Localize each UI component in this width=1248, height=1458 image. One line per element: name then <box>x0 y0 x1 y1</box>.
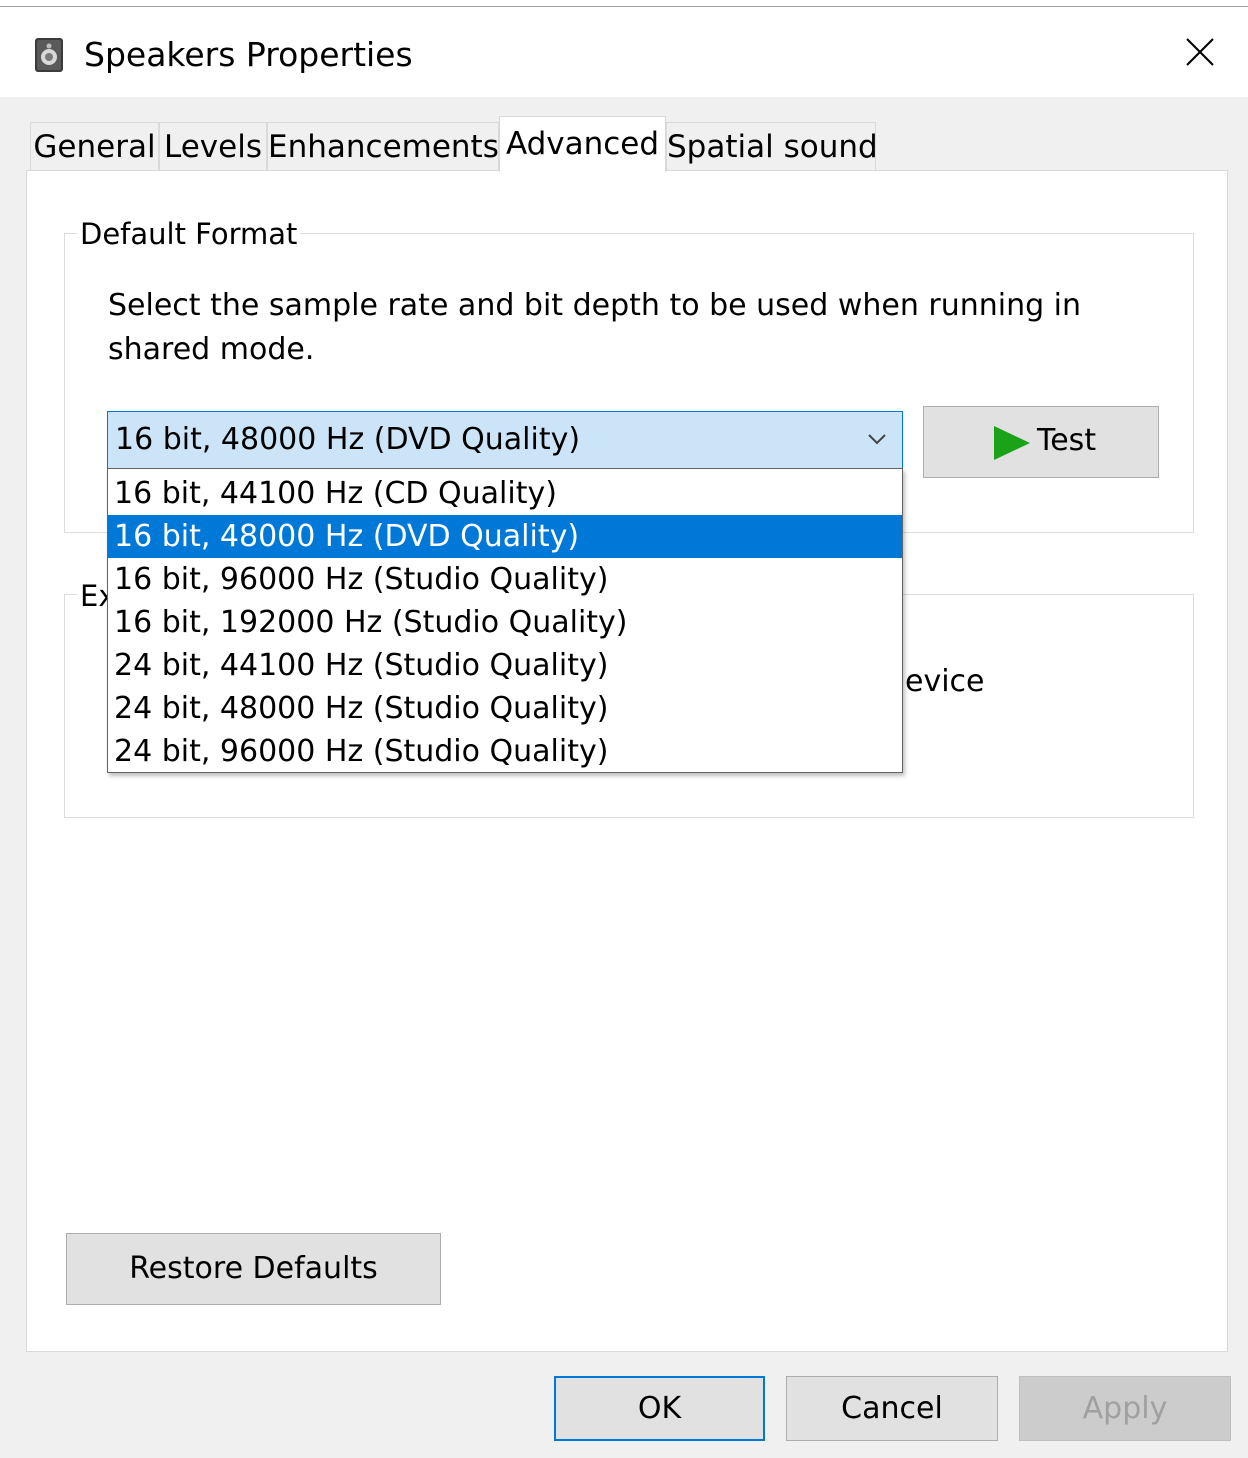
test-button[interactable]: Test <box>923 406 1159 478</box>
close-icon <box>1186 38 1214 66</box>
default-format-description: Select the sample rate and bit depth to … <box>108 288 1082 367</box>
format-dropdown-list: 16 bit, 44100 Hz (CD Quality) 16 bit, 48… <box>107 468 903 773</box>
format-option[interactable]: 24 bit, 44100 Hz (Studio Quality) <box>108 644 902 687</box>
tab-spatial-sound[interactable]: Spatial sound <box>666 122 878 170</box>
title-bar: Speakers Properties <box>0 7 1248 97</box>
tab-advanced[interactable]: Advanced <box>499 116 666 172</box>
restore-defaults-button[interactable]: Restore Defaults <box>66 1233 441 1305</box>
tab-enhancements[interactable]: Enhancements <box>267 122 499 170</box>
default-format-label: Default Format <box>77 216 301 252</box>
window-title: Speakers Properties <box>84 35 413 74</box>
chevron-down-icon <box>868 434 886 445</box>
apply-label: Apply <box>1082 1391 1168 1426</box>
close-button[interactable] <box>1160 17 1240 87</box>
ok-label: OK <box>637 1391 682 1426</box>
tab-general[interactable]: General <box>30 122 159 170</box>
format-option[interactable]: 24 bit, 96000 Hz (Studio Quality) <box>108 730 902 773</box>
apply-button[interactable]: Apply <box>1019 1376 1231 1441</box>
test-button-label: Test <box>1037 423 1097 458</box>
format-option[interactable]: 16 bit, 44100 Hz (CD Quality) <box>108 472 902 515</box>
format-option[interactable]: 16 bit, 192000 Hz (Studio Quality) <box>108 601 902 644</box>
format-option-selected[interactable]: 16 bit, 48000 Hz (DVD Quality) <box>108 515 902 558</box>
window-top-edge <box>0 0 1248 7</box>
tab-label: General <box>33 129 156 165</box>
speaker-icon <box>34 37 64 73</box>
default-format-select[interactable]: 16 bit, 48000 Hz (DVD Quality) <box>107 411 903 469</box>
tab-label: Advanced <box>505 126 660 162</box>
exclusive-mode-text-fragment: evice <box>905 664 985 699</box>
play-icon <box>994 426 1030 460</box>
format-option[interactable]: 24 bit, 48000 Hz (Studio Quality) <box>108 687 902 730</box>
cancel-label: Cancel <box>841 1391 943 1426</box>
selected-format-value: 16 bit, 48000 Hz (DVD Quality) <box>115 422 581 457</box>
cancel-button[interactable]: Cancel <box>786 1376 998 1441</box>
tab-label: Spatial sound <box>667 129 878 165</box>
restore-defaults-label: Restore Defaults <box>129 1251 378 1286</box>
ok-button[interactable]: OK <box>554 1376 765 1441</box>
tab-label: Enhancements <box>268 129 499 165</box>
tab-levels[interactable]: Levels <box>159 122 267 170</box>
format-option[interactable]: 16 bit, 96000 Hz (Studio Quality) <box>108 558 902 601</box>
tab-label: Levels <box>164 129 262 165</box>
